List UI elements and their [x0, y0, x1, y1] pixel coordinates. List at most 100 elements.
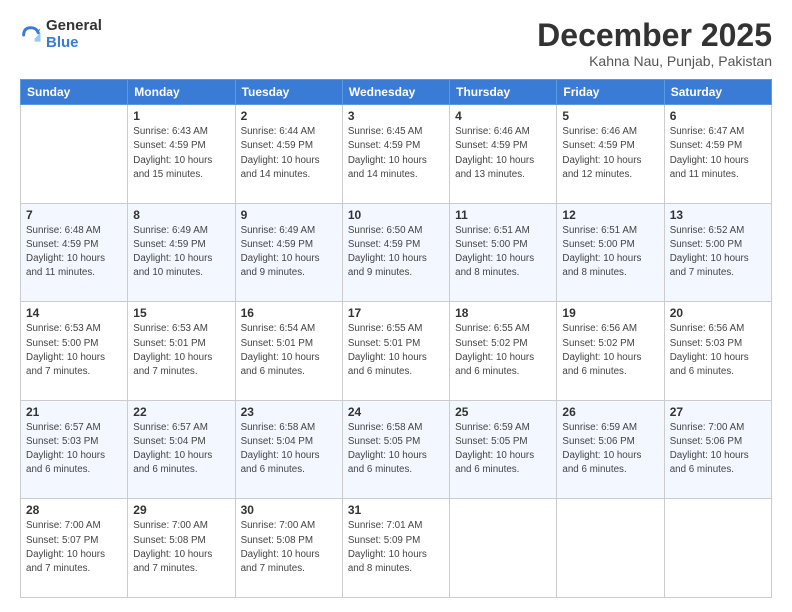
- day-number: 24: [348, 405, 444, 419]
- calendar-week-4: 21 Sunrise: 6:57 AM Sunset: 5:03 PM Dayli…: [21, 400, 772, 499]
- day-number: 3: [348, 109, 444, 123]
- calendar-cell: 6 Sunrise: 6:47 AM Sunset: 4:59 PM Daylig…: [664, 105, 771, 204]
- day-info: Sunrise: 6:55 AM Sunset: 5:02 PM Dayligh…: [455, 322, 551, 379]
- day-number: 22: [133, 405, 229, 419]
- calendar-cell: 15Sunrise: 6:53 AM Sunset: 5:01 PM Dayli…: [128, 302, 235, 401]
- calendar-cell: 19 Sunrise: 6:56 AM Sunset: 5:02 PM Dayli…: [557, 302, 664, 401]
- day-info: Sunrise: 6:57 AM Sunset: 5:03 PM Dayligh…: [26, 421, 122, 478]
- day-number: 21: [26, 405, 122, 419]
- calendar-cell: 31 Sunrise: 7:01 AM Sunset: 5:09 PM Dayli…: [342, 499, 449, 598]
- calendar-cell: 25 Sunrise: 6:59 AM Sunset: 5:05 PM Dayli…: [450, 400, 557, 499]
- day-number: 19: [562, 306, 658, 320]
- day-number: 31: [348, 503, 444, 517]
- day-info: Sunrise: 6:43 AM Sunset: 4:59 PM Dayligh…: [133, 125, 229, 182]
- calendar-cell: 3 Sunrise: 6:45 AM Sunset: 4:59 PM Daylig…: [342, 105, 449, 204]
- calendar-cell: 23 Sunrise: 6:58 AM Sunset: 5:04 PM Dayli…: [235, 400, 342, 499]
- day-header-saturday: Saturday: [664, 80, 771, 105]
- calendar-cell: 18 Sunrise: 6:55 AM Sunset: 5:02 PM Dayli…: [450, 302, 557, 401]
- day-info: Sunrise: 6:58 AM Sunset: 5:05 PM Dayligh…: [348, 421, 444, 478]
- day-number: 9: [241, 208, 337, 222]
- day-info: Sunrise: 6:44 AM Sunset: 4:59 PM Dayligh…: [241, 125, 337, 182]
- day-number: 16: [241, 306, 337, 320]
- day-info: Sunrise: 6:47 AM Sunset: 4:59 PM Dayligh…: [670, 125, 766, 182]
- day-info: Sunrise: 6:54 AM Sunset: 5:01 PM Dayligh…: [241, 322, 337, 379]
- calendar-cell: 28 Sunrise: 7:00 AM Sunset: 5:07 PM Dayli…: [21, 499, 128, 598]
- day-number: 12: [562, 208, 658, 222]
- calendar-cell: 5 Sunrise: 6:46 AM Sunset: 4:59 PM Daylig…: [557, 105, 664, 204]
- calendar-cell: 26Sunrise: 6:59 AM Sunset: 5:06 PM Dayli…: [557, 400, 664, 499]
- day-number: 10: [348, 208, 444, 222]
- day-number: 23: [241, 405, 337, 419]
- calendar-cell: 7 Sunrise: 6:48 AM Sunset: 4:59 PM Daylig…: [21, 203, 128, 302]
- day-number: 27: [670, 405, 766, 419]
- calendar-cell: 20Sunrise: 6:56 AM Sunset: 5:03 PM Dayli…: [664, 302, 771, 401]
- calendar-week-3: 14 Sunrise: 6:53 AM Sunset: 5:00 PM Dayli…: [21, 302, 772, 401]
- calendar-cell: 30Sunrise: 7:00 AM Sunset: 5:08 PM Dayli…: [235, 499, 342, 598]
- day-info: Sunrise: 6:56 AM Sunset: 5:03 PM Dayligh…: [670, 322, 766, 379]
- day-info: Sunrise: 6:50 AM Sunset: 4:59 PM Dayligh…: [348, 224, 444, 281]
- day-info: Sunrise: 6:59 AM Sunset: 5:05 PM Dayligh…: [455, 421, 551, 478]
- calendar-cell: 1 Sunrise: 6:43 AM Sunset: 4:59 PM Daylig…: [128, 105, 235, 204]
- calendar-week-5: 28 Sunrise: 7:00 AM Sunset: 5:07 PM Dayli…: [21, 499, 772, 598]
- calendar-cell: 8 Sunrise: 6:49 AM Sunset: 4:59 PM Daylig…: [128, 203, 235, 302]
- day-info: Sunrise: 6:56 AM Sunset: 5:02 PM Dayligh…: [562, 322, 658, 379]
- calendar-cell: [21, 105, 128, 204]
- day-number: 29: [133, 503, 229, 517]
- day-info: Sunrise: 6:45 AM Sunset: 4:59 PM Dayligh…: [348, 125, 444, 182]
- day-number: 28: [26, 503, 122, 517]
- day-number: 8: [133, 208, 229, 222]
- calendar-cell: 13 Sunrise: 6:52 AM Sunset: 5:00 PM Dayli…: [664, 203, 771, 302]
- day-number: 25: [455, 405, 551, 419]
- day-number: 14: [26, 306, 122, 320]
- calendar-cell: [450, 499, 557, 598]
- day-number: 7: [26, 208, 122, 222]
- logo-icon: [20, 24, 42, 46]
- calendar-cell: [557, 499, 664, 598]
- day-number: 11: [455, 208, 551, 222]
- day-info: Sunrise: 6:48 AM Sunset: 4:59 PM Dayligh…: [26, 224, 122, 281]
- day-info: Sunrise: 6:52 AM Sunset: 5:00 PM Dayligh…: [670, 224, 766, 281]
- day-number: 13: [670, 208, 766, 222]
- calendar-cell: 17 Sunrise: 6:55 AM Sunset: 5:01 PM Dayli…: [342, 302, 449, 401]
- day-number: 18: [455, 306, 551, 320]
- day-info: Sunrise: 6:57 AM Sunset: 5:04 PM Dayligh…: [133, 421, 229, 478]
- calendar-cell: 14 Sunrise: 6:53 AM Sunset: 5:00 PM Dayli…: [21, 302, 128, 401]
- logo-text: General Blue: [46, 18, 102, 51]
- calendar-cell: 4Sunrise: 6:46 AM Sunset: 4:59 PM Daylig…: [450, 105, 557, 204]
- calendar-cell: 9Sunrise: 6:49 AM Sunset: 4:59 PM Daylig…: [235, 203, 342, 302]
- day-header-wednesday: Wednesday: [342, 80, 449, 105]
- calendar-cell: 27 Sunrise: 7:00 AM Sunset: 5:06 PM Dayli…: [664, 400, 771, 499]
- day-number: 2: [241, 109, 337, 123]
- day-info: Sunrise: 7:01 AM Sunset: 5:09 PM Dayligh…: [348, 519, 444, 576]
- calendar-table: SundayMondayTuesdayWednesdayThursdayFrid…: [20, 79, 772, 598]
- day-info: Sunrise: 7:00 AM Sunset: 5:06 PM Dayligh…: [670, 421, 766, 478]
- day-info: Sunrise: 7:00 AM Sunset: 5:08 PM Dayligh…: [241, 519, 337, 576]
- day-number: 26: [562, 405, 658, 419]
- day-number: 5: [562, 109, 658, 123]
- day-info: Sunrise: 6:46 AM Sunset: 4:59 PM Dayligh…: [562, 125, 658, 182]
- day-info: Sunrise: 6:53 AM Sunset: 5:00 PM Dayligh…: [26, 322, 122, 379]
- calendar-cell: 16 Sunrise: 6:54 AM Sunset: 5:01 PM Dayli…: [235, 302, 342, 401]
- calendar-header-row: SundayMondayTuesdayWednesdayThursdayFrid…: [21, 80, 772, 105]
- day-header-thursday: Thursday: [450, 80, 557, 105]
- day-info: Sunrise: 7:00 AM Sunset: 5:08 PM Dayligh…: [133, 519, 229, 576]
- day-number: 17: [348, 306, 444, 320]
- day-info: Sunrise: 7:00 AM Sunset: 5:07 PM Dayligh…: [26, 519, 122, 576]
- calendar-cell: 2 Sunrise: 6:44 AM Sunset: 4:59 PM Daylig…: [235, 105, 342, 204]
- day-header-tuesday: Tuesday: [235, 80, 342, 105]
- header: General Blue December 2025 Kahna Nau, Pu…: [20, 18, 772, 69]
- calendar-week-2: 7 Sunrise: 6:48 AM Sunset: 4:59 PM Daylig…: [21, 203, 772, 302]
- calendar-cell: 12 Sunrise: 6:51 AM Sunset: 5:00 PM Dayli…: [557, 203, 664, 302]
- day-number: 1: [133, 109, 229, 123]
- calendar-cell: 21 Sunrise: 6:57 AM Sunset: 5:03 PM Dayli…: [21, 400, 128, 499]
- calendar-cell: 22 Sunrise: 6:57 AM Sunset: 5:04 PM Dayli…: [128, 400, 235, 499]
- day-info: Sunrise: 6:55 AM Sunset: 5:01 PM Dayligh…: [348, 322, 444, 379]
- calendar-cell: 29 Sunrise: 7:00 AM Sunset: 5:08 PM Dayli…: [128, 499, 235, 598]
- page: General Blue December 2025 Kahna Nau, Pu…: [0, 0, 792, 612]
- day-number: 6: [670, 109, 766, 123]
- day-info: Sunrise: 6:49 AM Sunset: 4:59 PM Dayligh…: [133, 224, 229, 281]
- day-number: 4: [455, 109, 551, 123]
- day-info: Sunrise: 6:51 AM Sunset: 5:00 PM Dayligh…: [562, 224, 658, 281]
- calendar-cell: [664, 499, 771, 598]
- day-info: Sunrise: 6:58 AM Sunset: 5:04 PM Dayligh…: [241, 421, 337, 478]
